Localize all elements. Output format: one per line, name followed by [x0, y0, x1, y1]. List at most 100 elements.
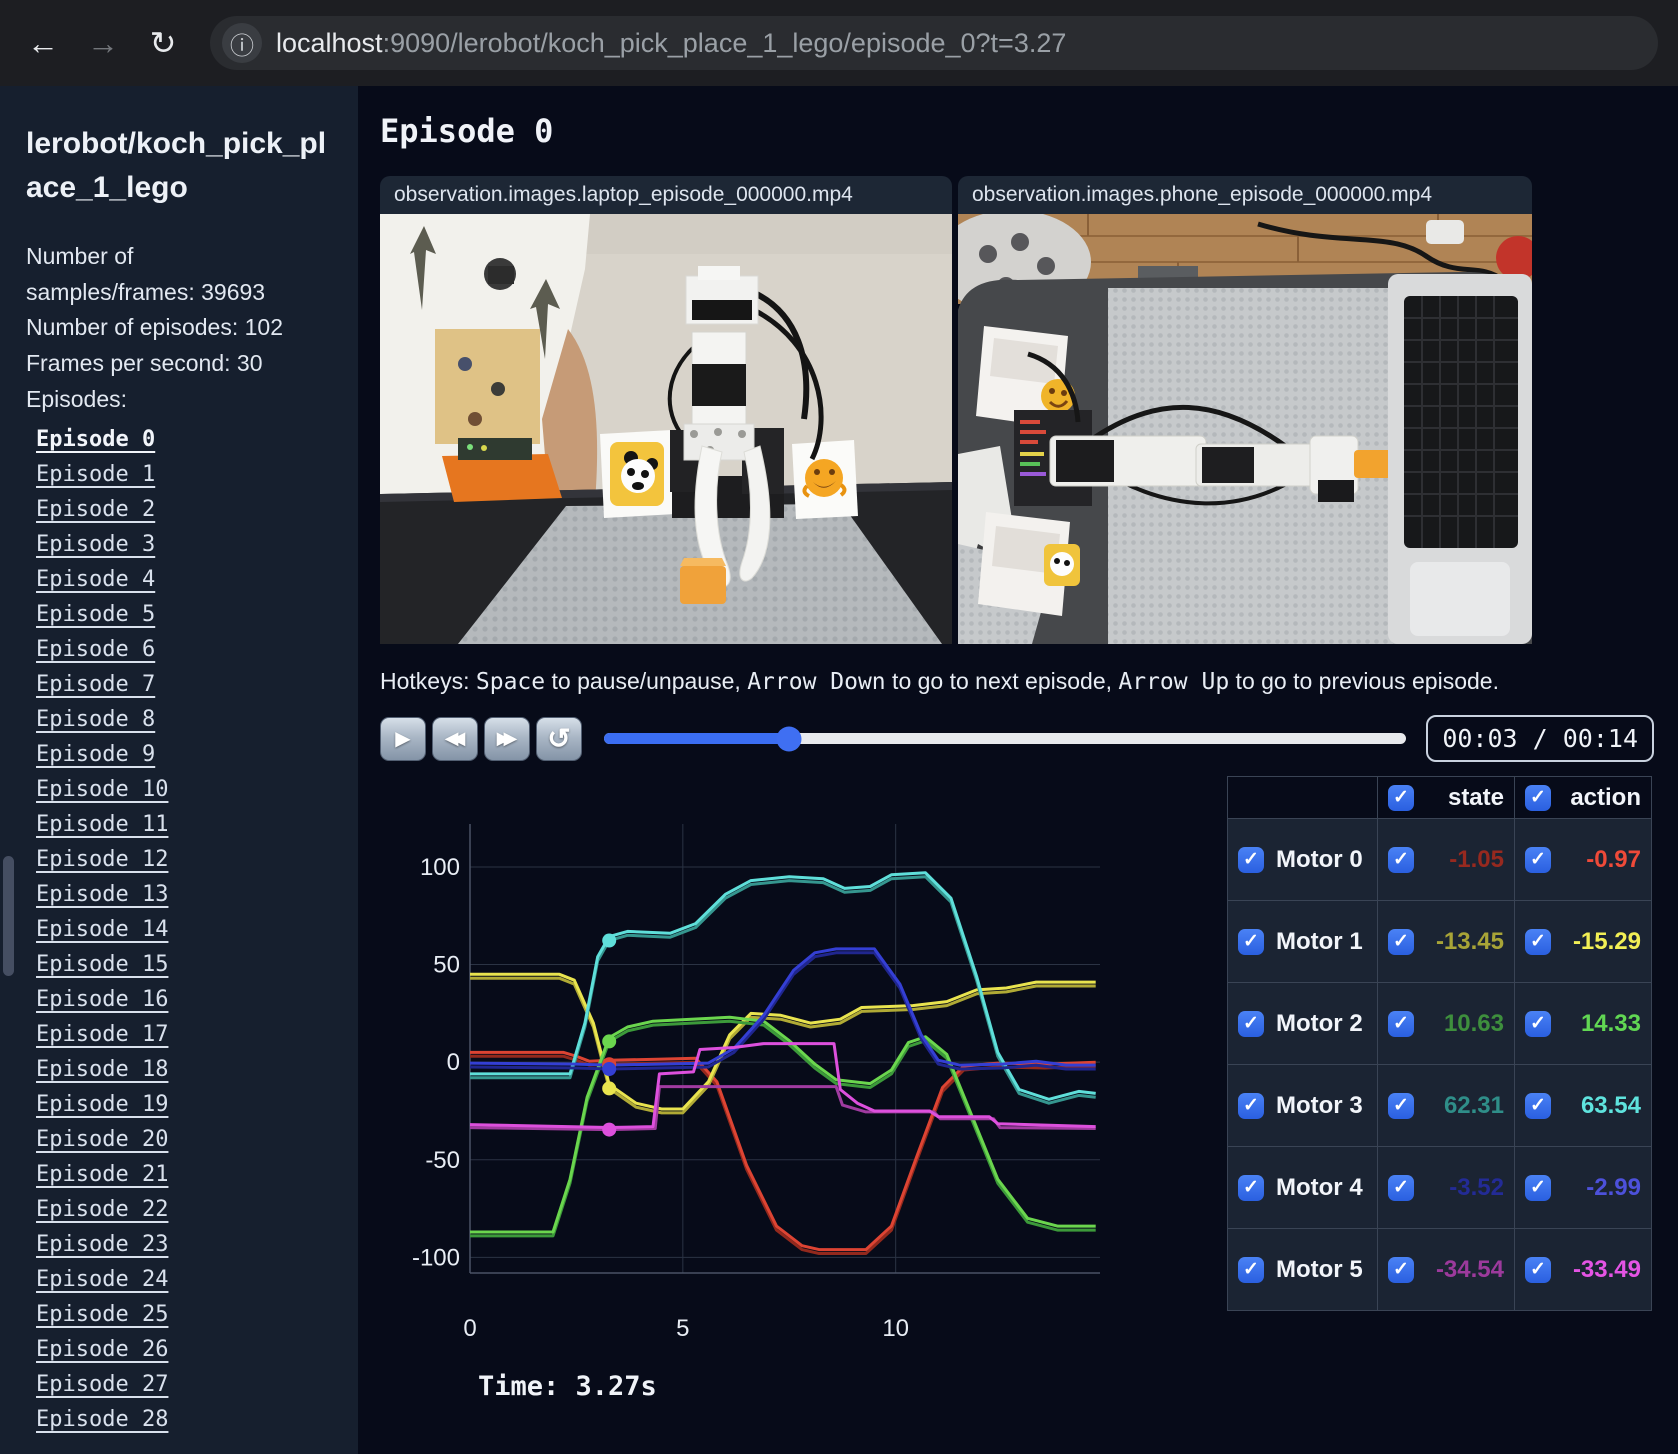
fast-forward-icon: ▶▶ [496, 728, 518, 748]
motor-action-cell: ✓ -0.97 [1514, 818, 1652, 901]
checkbox[interactable]: ✓ [1238, 928, 1264, 955]
motor-action-value: -2.99 [1586, 1173, 1641, 1201]
checkbox[interactable]: ✓ [1238, 1010, 1264, 1037]
motor-label-cell: ✓ Motor 4 [1227, 1146, 1378, 1229]
svg-text:50: 50 [433, 952, 460, 979]
motor-row: ✓ Motor 2 ✓ 10.63 ✓ 14.33 [1227, 982, 1652, 1065]
motor-label: Motor 0 [1276, 845, 1363, 873]
episode-link[interactable]: Episode 25 [36, 1302, 168, 1327]
episode-link[interactable]: Episode 2 [36, 497, 155, 522]
motor-state-value: 62.31 [1443, 1091, 1504, 1119]
checkbox[interactable]: ✓ [1525, 1256, 1551, 1283]
episode-link[interactable]: Episode 11 [36, 812, 168, 837]
site-info-icon[interactable]: ⓘ [222, 23, 262, 63]
episode-link[interactable]: Episode 23 [36, 1232, 168, 1257]
rewind-button[interactable]: ◀◀ [432, 716, 478, 761]
episode-link[interactable]: Episode 19 [36, 1092, 168, 1117]
checkbox[interactable]: ✓ [1525, 1092, 1551, 1119]
motor-state-value: -13.45 [1435, 927, 1504, 955]
hotkey-arrow-down: Arrow Down [747, 669, 886, 695]
seek-slider[interactable] [604, 726, 1407, 751]
episode-link[interactable]: Episode 9 [36, 742, 155, 767]
checkbox[interactable]: ✓ [1525, 846, 1551, 873]
video-card-laptop: observation.images.laptop_episode_000000… [380, 176, 952, 644]
checkbox[interactable]: ✓ [1238, 1256, 1264, 1283]
motor-row: ✓ Motor 4 ✓ -3.52 ✓ -2.99 [1227, 1146, 1652, 1229]
motor-chart: 100 50 0 -50 -100 0 5 10 Time: 3.27s [380, 776, 1125, 1411]
svg-text:100: 100 [420, 854, 460, 881]
reload-icon[interactable]: ↻ [140, 20, 186, 66]
episode-link[interactable]: Episode 26 [36, 1337, 168, 1362]
episode-link[interactable]: Episode 4 [36, 567, 155, 592]
sidebar: lerobot/koch_pick_place_1_lego Number of… [0, 86, 358, 1454]
episode-link[interactable]: Episode 1 [36, 462, 155, 487]
svg-text:0: 0 [463, 1315, 476, 1342]
episode-link[interactable]: Episode 0 [36, 427, 155, 452]
episode-link[interactable]: Episode 5 [36, 602, 155, 627]
checkbox[interactable]: ✓ [1238, 1174, 1264, 1201]
motor-action-value: -15.29 [1572, 927, 1641, 955]
column-label: action [1570, 783, 1641, 811]
motor-action-cell: ✓ -2.99 [1514, 1146, 1652, 1229]
checkbox[interactable]: ✓ [1388, 1092, 1414, 1119]
episode-link[interactable]: Episode 21 [36, 1162, 168, 1187]
video-card-phone: observation.images.phone_episode_000000.… [958, 176, 1532, 644]
episode-link[interactable]: Episode 10 [36, 777, 168, 802]
checkbox[interactable]: ✓ [1388, 784, 1414, 811]
episode-link[interactable]: Episode 7 [36, 672, 155, 697]
episode-link[interactable]: Episode 28 [36, 1407, 168, 1432]
episode-link[interactable]: Episode 8 [36, 707, 155, 732]
checkbox[interactable]: ✓ [1525, 928, 1551, 955]
episode-link[interactable]: Episode 22 [36, 1197, 168, 1222]
checkbox[interactable]: ✓ [1388, 928, 1414, 955]
episode-link[interactable]: Episode 27 [36, 1372, 168, 1397]
motor-action-cell: ✓ 63.54 [1514, 1064, 1652, 1147]
hotkeys-help: Hotkeys: Space to pause/unpause, Arrow D… [380, 668, 1654, 695]
svg-text:5: 5 [676, 1315, 689, 1342]
motor-state-value: -3.52 [1449, 1173, 1504, 1201]
checkbox[interactable]: ✓ [1525, 784, 1551, 811]
episode-link[interactable]: Episode 6 [36, 637, 155, 662]
info-line: Number of episodes: 102 [26, 314, 283, 341]
checkbox[interactable]: ✓ [1388, 846, 1414, 873]
episodes-label: Episodes: [26, 385, 128, 412]
motor-row: ✓ Motor 0 ✓ -1.05 ✓ -0.97 [1227, 818, 1652, 901]
checkbox[interactable]: ✓ [1525, 1010, 1551, 1037]
episode-link[interactable]: Episode 14 [36, 917, 168, 942]
seek-slider-fill [604, 733, 789, 744]
checkbox[interactable]: ✓ [1238, 846, 1264, 873]
forward-icon[interactable]: → [80, 20, 126, 66]
play-button[interactable]: ▶ [380, 716, 426, 761]
video-title-phone: observation.images.phone_episode_000000.… [958, 176, 1532, 214]
svg-text:-100: -100 [412, 1244, 460, 1271]
episode-link[interactable]: Episode 18 [36, 1057, 168, 1082]
back-icon[interactable]: ← [20, 20, 66, 66]
episode-link[interactable]: Episode 16 [36, 987, 168, 1012]
checkbox[interactable]: ✓ [1388, 1256, 1414, 1283]
video-title-laptop: observation.images.laptop_episode_000000… [380, 176, 952, 214]
checkbox[interactable]: ✓ [1388, 1010, 1414, 1037]
episode-link[interactable]: Episode 13 [36, 882, 168, 907]
loop-icon: ↺ [547, 723, 571, 754]
episode-link[interactable]: Episode 17 [36, 1022, 168, 1047]
sidebar-scrollbar[interactable] [3, 856, 14, 976]
hotkeys-text: to go to previous episode. [1229, 668, 1499, 694]
episode-link[interactable]: Episode 15 [36, 952, 168, 977]
main-content: Episode 0 observation.images.laptop_epis… [358, 86, 1678, 1454]
column-label: state [1447, 783, 1504, 811]
seek-slider-thumb[interactable] [776, 726, 802, 751]
address-bar[interactable]: ⓘ localhost:9090/lerobot/koch_pick_place… [210, 16, 1658, 70]
checkbox[interactable]: ✓ [1525, 1174, 1551, 1201]
episode-link[interactable]: Episode 3 [36, 532, 155, 557]
hotkeys-prefix: Hotkeys: [380, 668, 476, 694]
checkbox[interactable]: ✓ [1388, 1174, 1414, 1201]
motor-action-value: -0.97 [1586, 845, 1641, 873]
hotkey-arrow-up: Arrow Up [1118, 669, 1230, 695]
episode-link[interactable]: Episode 24 [36, 1267, 168, 1292]
player-controls: ▶ ◀◀ ▶▶ ↺ 00:03 / 00:14 [380, 715, 1654, 762]
episode-link[interactable]: Episode 20 [36, 1127, 168, 1152]
loop-button[interactable]: ↺ [536, 716, 582, 761]
checkbox[interactable]: ✓ [1238, 1092, 1264, 1119]
fast-forward-button[interactable]: ▶▶ [484, 716, 530, 761]
episode-link[interactable]: Episode 12 [36, 847, 168, 872]
